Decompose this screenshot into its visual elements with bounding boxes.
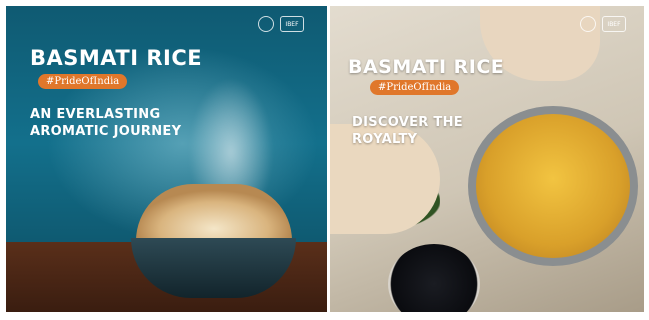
left-poster-hashtag: #PrideOfIndia — [38, 74, 128, 89]
emblem-logo-icon — [580, 16, 596, 32]
tagline-line-1: DISCOVER THE — [352, 115, 463, 130]
ibef-logo: IBEF — [602, 16, 626, 32]
right-poster-logos: IBEF — [580, 16, 626, 32]
left-poster-tagline: AN EVERLASTING AROMATIC JOURNEY — [30, 106, 181, 140]
left-poster: IBEF BASMATI RICE #PrideOfIndia AN EVERL… — [6, 6, 327, 312]
left-poster-title: BASMATI RICE — [30, 46, 203, 70]
tagline-line-2: AROMATIC JOURNEY — [30, 124, 182, 139]
biryani-image — [476, 114, 630, 258]
tagline-line-1: AN EVERLASTING — [30, 107, 161, 122]
right-poster-tagline: DISCOVER THE ROYALTY — [352, 114, 463, 148]
emblem-logo-icon — [258, 16, 274, 32]
left-poster-logos: IBEF — [258, 16, 304, 32]
tagline-line-2: ROYALTY — [352, 132, 418, 147]
ibef-logo: IBEF — [280, 16, 304, 32]
right-poster-title: BASMATI RICE — [348, 56, 505, 78]
right-poster-hashtag: #PrideOfIndia — [370, 80, 460, 95]
right-poster: IBEF BASMATI RICE #PrideOfIndia DISCOVER… — [330, 6, 644, 312]
